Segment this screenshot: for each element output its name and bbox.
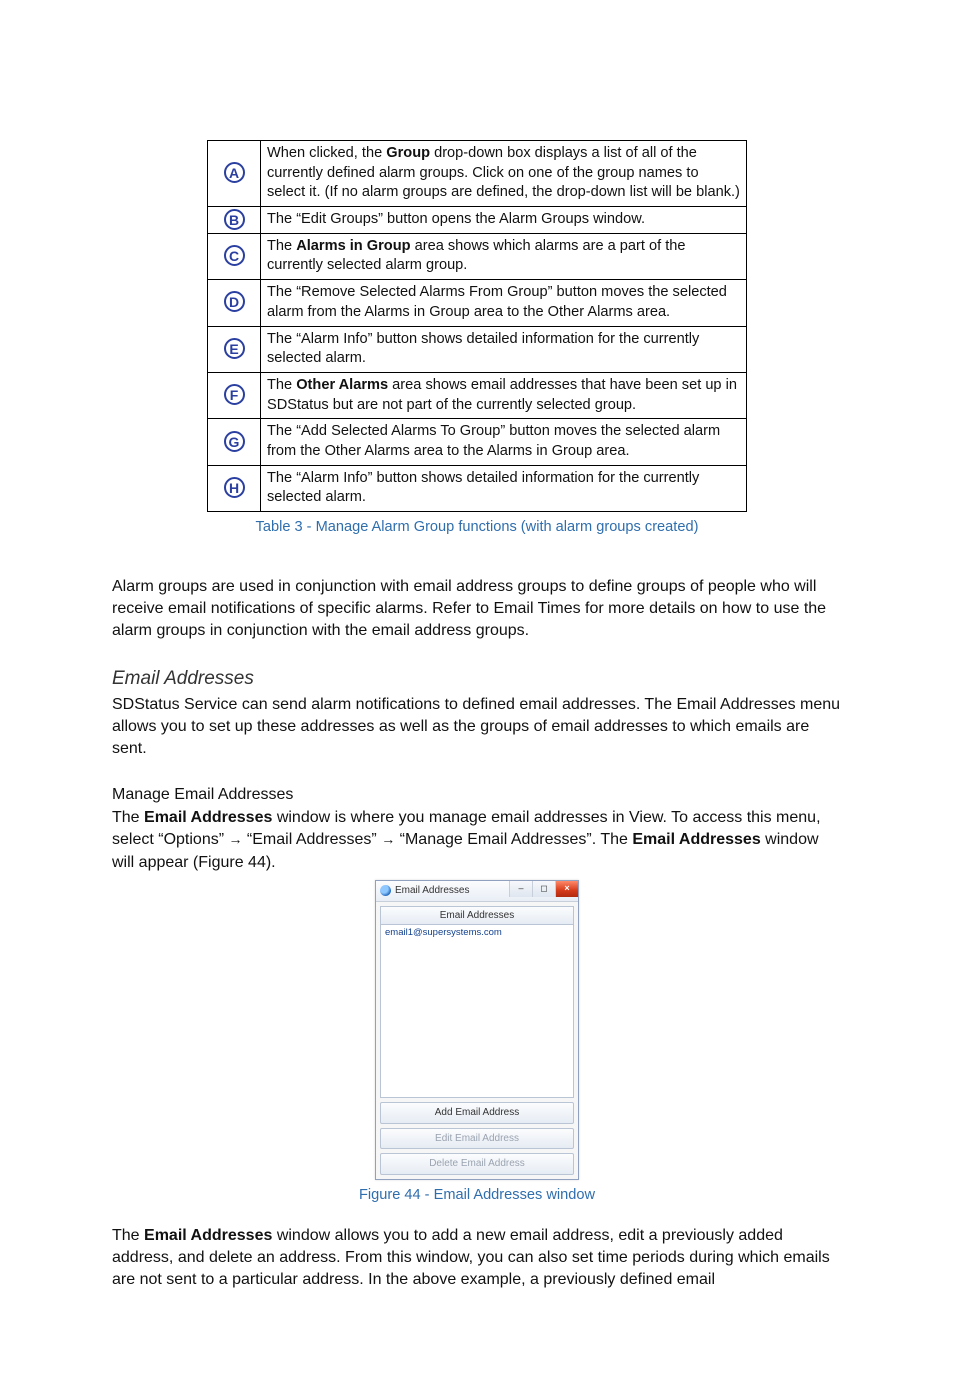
letter-badge: D (224, 291, 245, 312)
row-letter-cell: C (208, 233, 261, 279)
email-list-header: Email Addresses (380, 906, 574, 925)
table-row: G The “Add Selected Alarms To Group” butt… (208, 419, 747, 465)
row-description: The “Remove Selected Alarms From Group” … (261, 280, 747, 326)
table-row: F The Other Alarms area shows email addre… (208, 372, 747, 418)
row-description: The “Edit Groups” button opens the Alarm… (261, 207, 747, 234)
row-description: When clicked, the Group drop-down box di… (261, 141, 747, 207)
maximize-button[interactable]: ◻ (532, 881, 555, 897)
edit-email-address-button: Edit Email Address (380, 1128, 574, 1150)
row-letter-cell: A (208, 141, 261, 207)
row-letter-cell: F (208, 372, 261, 418)
window-titlebar: Email Addresses – ◻ × (376, 881, 578, 902)
row-letter-cell: D (208, 280, 261, 326)
letter-badge: E (224, 338, 245, 359)
row-letter-cell: G (208, 419, 261, 465)
table-row: E The “Alarm Info” button shows detailed … (208, 326, 747, 372)
manage-email-addresses-paragraph: The Email Addresses window is where you … (112, 807, 842, 873)
table-row: A When clicked, the Group drop-down box d… (208, 141, 747, 207)
section-heading-email-addresses: Email Addresses (112, 666, 842, 692)
letter-badge: B (224, 209, 245, 230)
minimize-button[interactable]: – (509, 881, 532, 897)
email-addresses-window: Email Addresses – ◻ × Email Addresses em… (375, 880, 579, 1180)
row-description: The “Add Selected Alarms To Group” butto… (261, 419, 747, 465)
email-list[interactable]: email1@supersystems.com (380, 924, 574, 1098)
email-list-item[interactable]: email1@supersystems.com (385, 927, 569, 940)
add-email-address-button[interactable]: Add Email Address (380, 1102, 574, 1124)
table-row: C The Alarms in Group area shows which al… (208, 233, 747, 279)
table-row: D The “Remove Selected Alarms From Group”… (208, 280, 747, 326)
table-caption: Table 3 - Manage Alarm Group functions (… (207, 518, 747, 576)
app-icon (380, 885, 391, 896)
letter-badge: F (224, 384, 245, 405)
alarm-group-function-table: A When clicked, the Group drop-down box d… (207, 140, 747, 512)
letter-badge: C (224, 245, 245, 266)
row-description: The “Alarm Info” button shows detailed i… (261, 465, 747, 511)
window-title-text: Email Addresses (395, 884, 469, 898)
email-addresses-overview: SDStatus Service can send alarm notifica… (112, 694, 842, 760)
row-description: The “Alarm Info” button shows detailed i… (261, 326, 747, 372)
email-addresses-window-description: The Email Addresses window allows you to… (112, 1225, 842, 1291)
row-letter-cell: B (208, 207, 261, 234)
row-description: The Other Alarms area shows email addres… (261, 372, 747, 418)
letter-badge: A (224, 162, 245, 183)
close-button[interactable]: × (555, 881, 578, 897)
table-row: H The “Alarm Info” button shows detailed … (208, 465, 747, 511)
row-description: The Alarms in Group area shows which ala… (261, 233, 747, 279)
row-letter-cell: E (208, 326, 261, 372)
subheading-manage-email-addresses: Manage Email Addresses (112, 784, 842, 806)
figure-caption: Figure 44 - Email Addresses window (112, 1186, 842, 1206)
letter-badge: G (224, 431, 245, 452)
intro-paragraph: Alarm groups are used in conjunction wit… (112, 576, 842, 642)
delete-email-address-button: Delete Email Address (380, 1153, 574, 1175)
letter-badge: H (224, 477, 245, 498)
row-letter-cell: H (208, 465, 261, 511)
table-row: B The “Edit Groups” button opens the Alar… (208, 207, 747, 234)
